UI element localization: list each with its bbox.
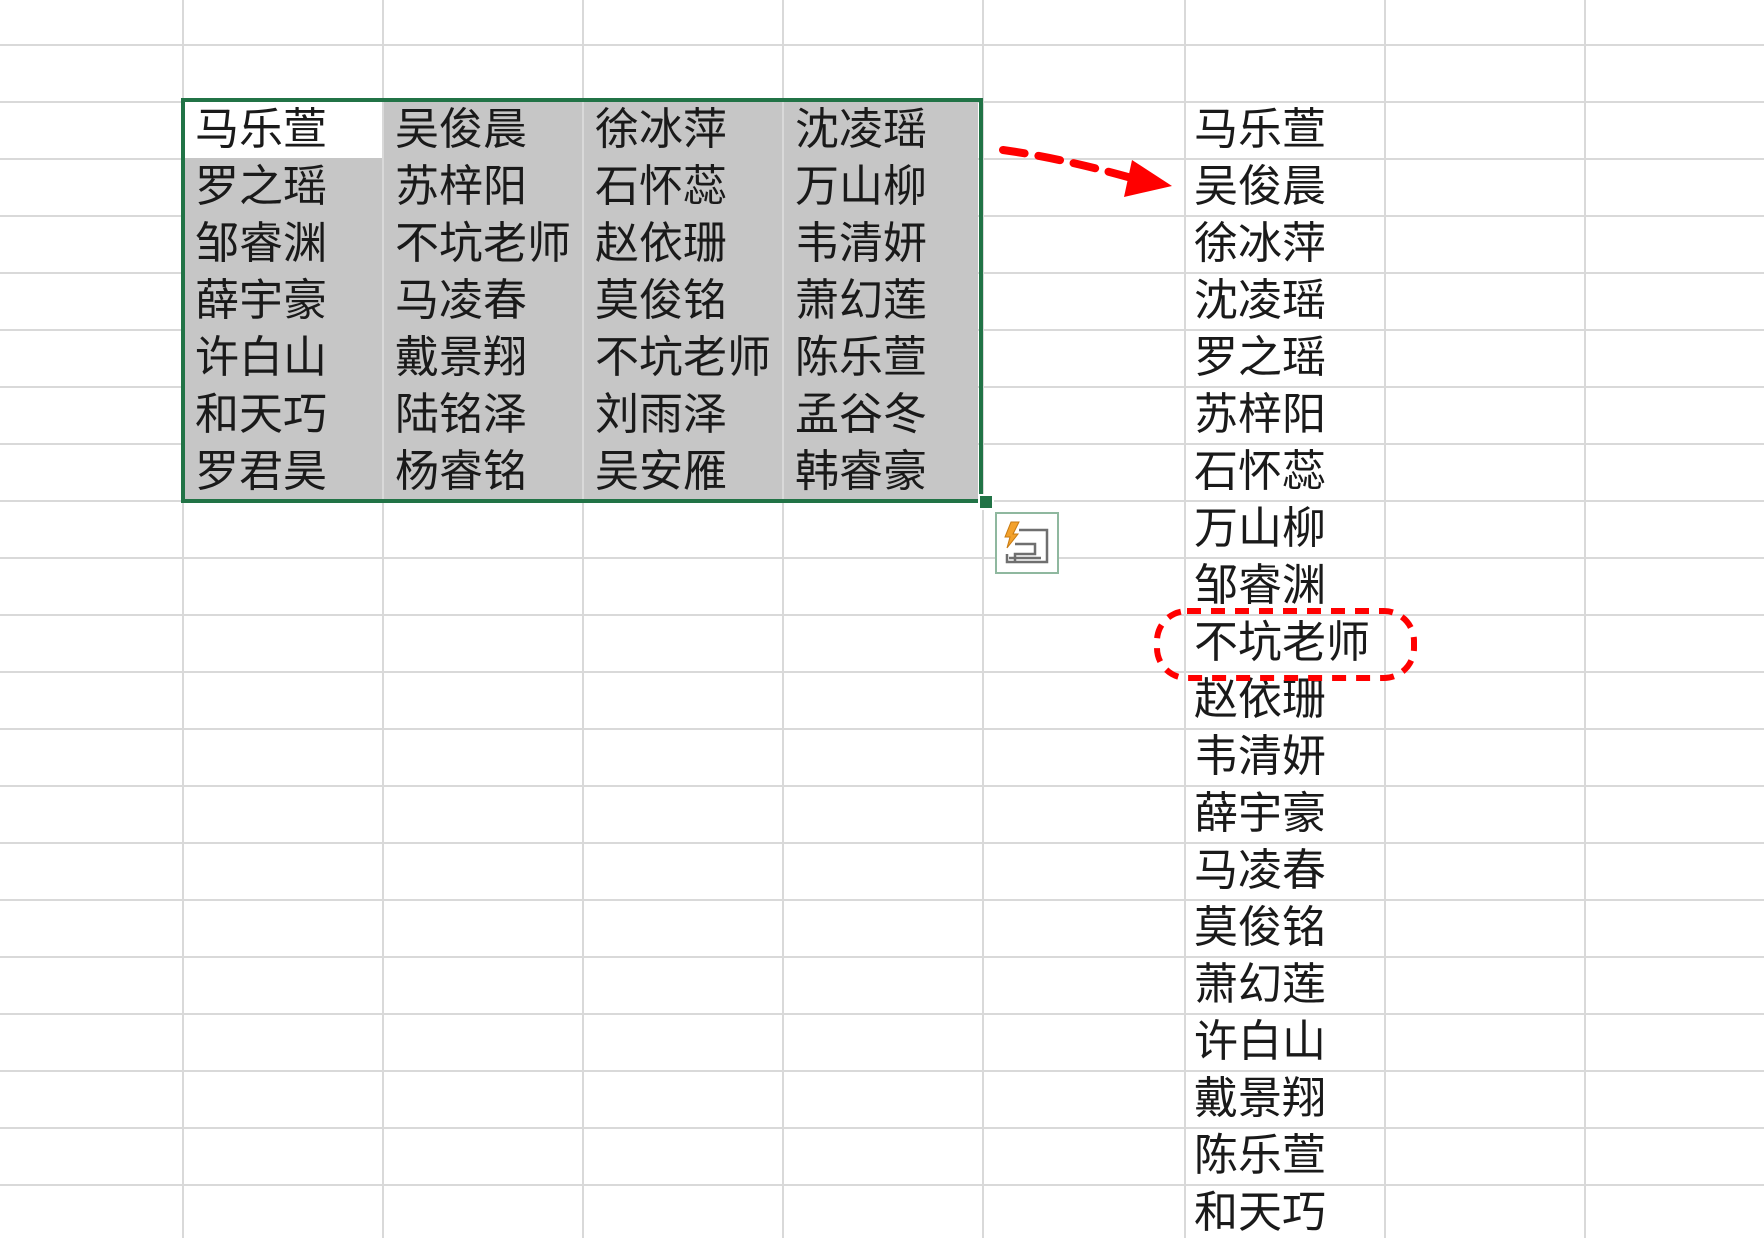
row-gridline <box>0 44 1764 46</box>
result-cell[interactable]: 许白山 <box>1186 1013 1426 1070</box>
source-cell[interactable]: 马凌春 <box>384 272 582 329</box>
source-cell[interactable]: 罗之瑶 <box>184 158 382 215</box>
result-cell[interactable]: 赵依珊 <box>1186 671 1426 728</box>
source-cell[interactable]: 万山柳 <box>784 158 978 215</box>
result-cell[interactable]: 萧幻莲 <box>1186 956 1426 1013</box>
source-cell[interactable]: 许白山 <box>184 329 382 386</box>
result-cell[interactable]: 陈乐萱 <box>1186 1127 1426 1184</box>
column-gridline <box>982 0 984 1238</box>
result-cell[interactable]: 和天巧 <box>1186 1184 1426 1241</box>
result-cell[interactable]: 邹睿渊 <box>1186 557 1426 614</box>
result-cell[interactable]: 徐冰萍 <box>1186 215 1426 272</box>
source-cell[interactable]: 马乐萱 <box>184 101 382 158</box>
row-gridline <box>0 728 1764 730</box>
row-gridline <box>0 614 1764 616</box>
source-cell[interactable]: 石怀蕊 <box>584 158 782 215</box>
source-cell[interactable]: 不坑老师 <box>384 215 582 272</box>
row-gridline <box>0 899 1764 901</box>
row-gridline <box>0 956 1764 958</box>
source-cell[interactable]: 孟谷冬 <box>784 386 978 443</box>
row-gridline <box>0 785 1764 787</box>
row-gridline <box>0 1070 1764 1072</box>
row-gridline <box>0 1013 1764 1015</box>
source-cell[interactable]: 邹睿渊 <box>184 215 382 272</box>
row-gridline <box>0 671 1764 673</box>
source-cell[interactable]: 赵依珊 <box>584 215 782 272</box>
column-gridline <box>1584 0 1586 1238</box>
result-cell[interactable]: 马乐萱 <box>1186 101 1426 158</box>
source-cell[interactable]: 和天巧 <box>184 386 382 443</box>
source-cell[interactable]: 吴安雁 <box>584 443 782 500</box>
result-cell[interactable]: 马凌春 <box>1186 842 1426 899</box>
result-cell[interactable]: 莫俊铭 <box>1186 899 1426 956</box>
source-cell[interactable]: 韦清妍 <box>784 215 978 272</box>
result-cell[interactable]: 不坑老师 <box>1186 614 1426 671</box>
source-cell[interactable]: 韩睿豪 <box>784 443 978 500</box>
source-cell[interactable]: 吴俊晨 <box>384 101 582 158</box>
result-cell[interactable]: 苏梓阳 <box>1186 386 1426 443</box>
result-cell[interactable]: 韦清妍 <box>1186 728 1426 785</box>
source-cell[interactable]: 罗君昊 <box>184 443 382 500</box>
source-cell[interactable]: 苏梓阳 <box>384 158 582 215</box>
source-cell[interactable]: 莫俊铭 <box>584 272 782 329</box>
quick-analysis-icon <box>1004 521 1049 564</box>
row-gridline <box>0 1127 1764 1129</box>
row-gridline <box>0 500 1764 502</box>
source-cell[interactable]: 徐冰萍 <box>584 101 782 158</box>
source-cell[interactable]: 刘雨泽 <box>584 386 782 443</box>
result-cell[interactable]: 罗之瑶 <box>1186 329 1426 386</box>
result-cell[interactable]: 吴俊晨 <box>1186 158 1426 215</box>
result-cell[interactable]: 沈凌瑶 <box>1186 272 1426 329</box>
source-cell[interactable]: 杨睿铭 <box>384 443 582 500</box>
source-cell[interactable]: 不坑老师 <box>584 329 782 386</box>
source-cell[interactable]: 薛宇豪 <box>184 272 382 329</box>
fill-handle[interactable] <box>978 494 994 510</box>
result-cell[interactable]: 万山柳 <box>1186 500 1426 557</box>
row-gridline <box>0 842 1764 844</box>
result-cell[interactable]: 石怀蕊 <box>1186 443 1426 500</box>
source-cell[interactable]: 萧幻莲 <box>784 272 978 329</box>
source-cell[interactable]: 陆铭泽 <box>384 386 582 443</box>
result-cell[interactable]: 薛宇豪 <box>1186 785 1426 842</box>
source-cell[interactable]: 戴景翔 <box>384 329 582 386</box>
source-cell[interactable]: 陈乐萱 <box>784 329 978 386</box>
result-cell[interactable]: 戴景翔 <box>1186 1070 1426 1127</box>
quick-analysis-button[interactable] <box>995 512 1059 574</box>
source-cell[interactable]: 沈凌瑶 <box>784 101 978 158</box>
row-gridline <box>0 1184 1764 1186</box>
row-gridline <box>0 557 1764 559</box>
